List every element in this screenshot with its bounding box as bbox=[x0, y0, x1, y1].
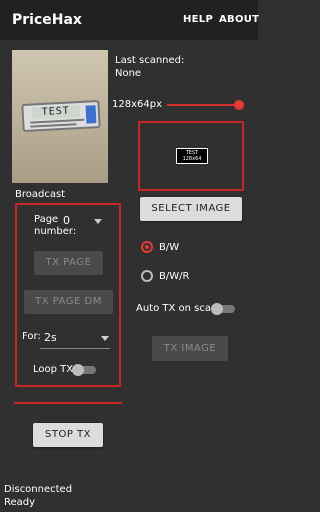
bw-radio[interactable] bbox=[141, 241, 153, 253]
bwr-radio-label[interactable]: B/W/R bbox=[159, 271, 189, 282]
image-preview-box: TEST 128x64 bbox=[138, 121, 244, 191]
loop-tx-toggle[interactable] bbox=[72, 364, 84, 376]
app-title: PriceHax bbox=[12, 12, 82, 28]
auto-tx-label: Auto TX on scan bbox=[136, 303, 218, 314]
scanned-photo: TEST bbox=[12, 50, 108, 183]
app-bar: PriceHax HELP ABOUT bbox=[0, 0, 259, 40]
last-scanned-value: None bbox=[115, 68, 142, 79]
ready-status: Ready bbox=[4, 497, 36, 508]
page-number-label: Page number: bbox=[34, 214, 77, 237]
loop-tx-label: Loop TX bbox=[33, 364, 74, 375]
broadcast-heading: Broadcast bbox=[15, 189, 66, 200]
price-tag-screen: TEST bbox=[31, 105, 81, 120]
preview-image: TEST 128x64 bbox=[176, 148, 208, 164]
resolution-slider-track[interactable] bbox=[167, 104, 242, 106]
about-menu-item[interactable]: ABOUT bbox=[219, 14, 259, 25]
chevron-down-icon[interactable] bbox=[94, 219, 102, 224]
duration-dropdown-underline bbox=[40, 348, 110, 349]
progress-bar bbox=[14, 402, 122, 404]
select-image-button[interactable]: SELECT IMAGE bbox=[140, 197, 242, 221]
price-tag-blue-strip bbox=[85, 105, 97, 124]
bw-radio-label[interactable]: B/W bbox=[159, 242, 179, 253]
auto-tx-toggle[interactable] bbox=[211, 303, 223, 315]
status-text: Disconnected Ready bbox=[4, 483, 72, 509]
price-tag-barcode-line bbox=[30, 123, 77, 128]
duration-label: For: bbox=[22, 331, 41, 342]
stop-tx-button[interactable]: STOP TX bbox=[33, 423, 103, 447]
tx-page-button[interactable]: TX PAGE bbox=[34, 251, 103, 275]
preview-line-2: 128x64 bbox=[182, 156, 202, 162]
help-menu-item[interactable]: HELP bbox=[183, 14, 213, 25]
last-scanned-label: Last scanned: bbox=[115, 55, 185, 66]
chevron-down-icon[interactable] bbox=[101, 336, 109, 341]
page-number-dropdown[interactable]: 0 bbox=[63, 214, 70, 227]
bwr-radio[interactable] bbox=[141, 270, 153, 282]
connection-status: Disconnected bbox=[4, 484, 73, 495]
tx-image-button[interactable]: TX IMAGE bbox=[152, 336, 228, 361]
last-scanned-info: Last scanned: None bbox=[115, 54, 184, 80]
price-tag-image: TEST bbox=[21, 99, 101, 133]
resolution-slider-thumb[interactable] bbox=[234, 100, 244, 110]
resolution-label: 128x64px bbox=[112, 99, 162, 110]
duration-dropdown[interactable]: 2s bbox=[44, 331, 57, 344]
tx-page-dm-button[interactable]: TX PAGE DM bbox=[24, 290, 113, 314]
